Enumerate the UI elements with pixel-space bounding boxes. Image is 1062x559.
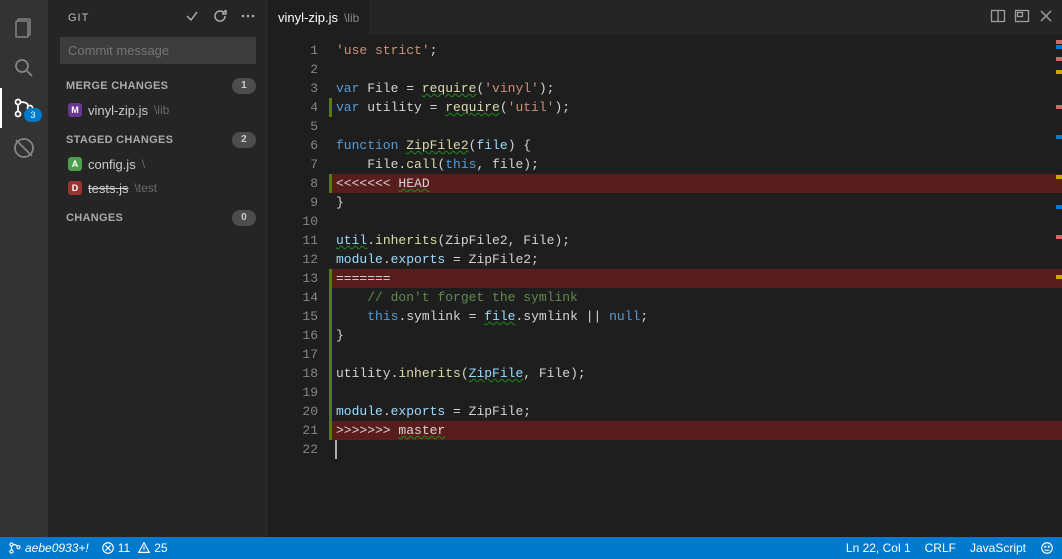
debug-tab[interactable] — [0, 128, 48, 168]
status-bar: aebe0933+! 11 25 Ln 22, Col 1 CRLF JavaS… — [0, 537, 1062, 559]
split-editor-icon[interactable] — [990, 8, 1006, 27]
editor-more-icon[interactable] — [1014, 8, 1030, 27]
status-badge: A — [68, 157, 82, 171]
status-lang[interactable]: JavaScript — [970, 541, 1026, 555]
status-badge: M — [68, 103, 82, 117]
tab-path: \lib — [344, 11, 359, 25]
file-item[interactable]: Dtests.js \test — [48, 176, 268, 200]
status-eol[interactable]: CRLF — [925, 541, 956, 555]
file-path: \ — [142, 157, 145, 171]
code-content[interactable]: 'use strict';var File = require('vinyl')… — [332, 35, 1062, 537]
line-number-gutter: 12345678910111213141516171819202122 — [268, 35, 332, 537]
file-name: config.js — [88, 157, 136, 172]
file-path: \lib — [154, 103, 169, 117]
status-feedback-icon[interactable] — [1040, 541, 1054, 555]
status-badge: D — [68, 181, 82, 195]
file-item[interactable]: Mvinyl-zip.js \lib — [48, 98, 268, 122]
file-item[interactable]: Aconfig.js \ — [48, 152, 268, 176]
section-staged-header[interactable]: STAGED CHANGES 2 — [48, 128, 268, 152]
explorer-tab[interactable] — [0, 8, 48, 48]
editor-tab[interactable]: vinyl-zip.js \lib — [268, 0, 369, 35]
scm-badge: 3 — [24, 108, 42, 122]
section-changes-header[interactable]: CHANGES 0 — [48, 206, 268, 230]
more-icon[interactable] — [240, 8, 256, 27]
tab-title: vinyl-zip.js — [278, 10, 338, 25]
changes-count: 0 — [232, 210, 256, 226]
sidebar-title: GIT — [68, 12, 89, 24]
merge-count: 1 — [232, 78, 256, 94]
staged-count: 2 — [232, 132, 256, 148]
search-tab[interactable] — [0, 48, 48, 88]
commit-message-input[interactable] — [60, 37, 256, 64]
scm-sidebar: GIT MERGE CHANGES 1 Mvinyl-zip.js \lib ST… — [48, 0, 268, 537]
file-path: \test — [134, 181, 157, 195]
status-problems[interactable]: 11 25 — [101, 541, 168, 555]
section-merge-header[interactable]: MERGE CHANGES 1 — [48, 74, 268, 98]
refresh-icon[interactable] — [212, 8, 228, 27]
file-name: tests.js — [88, 181, 128, 196]
close-editor-icon[interactable] — [1038, 8, 1054, 27]
activity-bar: 3 — [0, 0, 48, 537]
status-cursor[interactable]: Ln 22, Col 1 — [846, 541, 911, 555]
scm-tab[interactable]: 3 — [0, 88, 48, 128]
file-name: vinyl-zip.js — [88, 103, 148, 118]
status-branch[interactable]: aebe0933+! — [8, 541, 89, 555]
commit-icon[interactable] — [184, 8, 200, 27]
